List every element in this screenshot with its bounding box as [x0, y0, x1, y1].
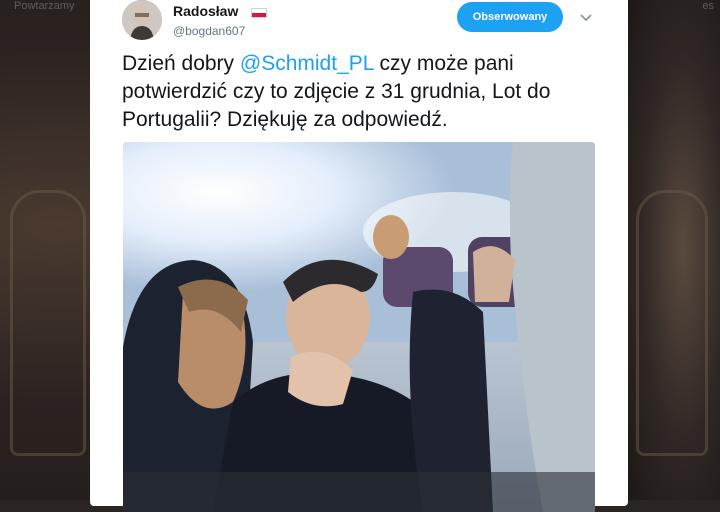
tweet-card: Radosław @bogdan607 Obserwowany Dzień do…	[90, 0, 628, 512]
avatar[interactable]	[122, 0, 162, 40]
background-seat-right	[636, 190, 708, 456]
chevron-down-icon	[580, 14, 592, 22]
tweet-text-intro: Dzień dobry	[122, 52, 240, 75]
background-header-text: Powtarzamy	[14, 0, 75, 12]
poland-flag-icon	[251, 8, 267, 18]
tweet-photo[interactable]	[123, 142, 595, 512]
tweet-header: Radosław @bogdan607 Obserwowany	[122, 0, 628, 40]
following-button[interactable]: Obserwowany	[457, 2, 563, 32]
mention-link[interactable]: @Schmidt_PL	[240, 52, 374, 75]
author-name[interactable]: Radosław	[173, 3, 238, 19]
tweet-text: Dzień dobry @Schmidt_PL czy może pani po…	[122, 50, 602, 134]
background-seat-left	[10, 190, 86, 456]
background-header-text-right: es	[702, 0, 714, 12]
author-handle[interactable]: @bogdan607	[173, 24, 245, 38]
tweet-menu-button[interactable]	[574, 6, 598, 30]
